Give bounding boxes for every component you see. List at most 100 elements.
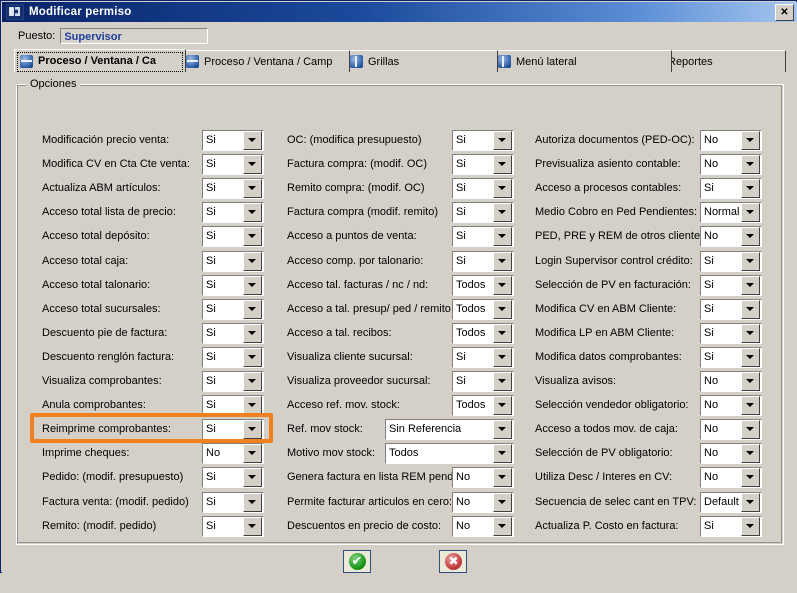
option-select[interactable]: Si	[202, 516, 264, 537]
option-select[interactable]: No	[700, 130, 762, 151]
option-select[interactable]: Si	[452, 371, 514, 392]
option-select[interactable]: Si	[202, 492, 264, 513]
option-select[interactable]: Si	[202, 202, 264, 223]
option-select[interactable]: Si	[700, 275, 762, 296]
option-select[interactable]: Si	[202, 226, 264, 247]
chevron-down-icon[interactable]	[741, 131, 760, 150]
close-icon[interactable]: ✕	[775, 4, 794, 21]
option-select[interactable]: Si	[452, 226, 514, 247]
chevron-down-icon[interactable]	[493, 227, 512, 246]
chevron-down-icon[interactable]	[741, 252, 760, 271]
chevron-down-icon[interactable]	[741, 276, 760, 295]
option-select[interactable]: Si	[452, 154, 514, 175]
accept-button[interactable]: ✔	[343, 550, 371, 573]
option-select[interactable]: Sin Referencia	[385, 419, 514, 440]
chevron-down-icon[interactable]	[243, 179, 262, 198]
option-select[interactable]: No	[202, 443, 264, 464]
chevron-down-icon[interactable]	[493, 420, 512, 439]
option-select[interactable]: Si	[202, 467, 264, 488]
option-select[interactable]: No	[700, 395, 762, 416]
chevron-down-icon[interactable]	[741, 155, 760, 174]
chevron-down-icon[interactable]	[493, 203, 512, 222]
tab-1[interactable]: Proceso / Ventana / Ca	[14, 49, 186, 72]
cancel-button[interactable]: ✖	[439, 550, 467, 573]
option-select[interactable]: Si	[452, 130, 514, 151]
chevron-down-icon[interactable]	[243, 372, 262, 391]
option-select[interactable]: Normal	[700, 202, 762, 223]
option-select[interactable]: Si	[202, 154, 264, 175]
chevron-down-icon[interactable]	[243, 493, 262, 512]
option-select[interactable]: No	[700, 467, 762, 488]
option-select[interactable]: Si	[202, 299, 264, 320]
chevron-down-icon[interactable]	[493, 444, 512, 463]
chevron-down-icon[interactable]	[243, 203, 262, 222]
option-select[interactable]: Si	[202, 178, 264, 199]
option-select[interactable]: Si	[452, 251, 514, 272]
chevron-down-icon[interactable]	[243, 300, 262, 319]
chevron-down-icon[interactable]	[493, 324, 512, 343]
chevron-down-icon[interactable]	[243, 227, 262, 246]
chevron-down-icon[interactable]	[741, 493, 760, 512]
chevron-down-icon[interactable]	[741, 203, 760, 222]
option-select[interactable]: Si	[700, 178, 762, 199]
chevron-down-icon[interactable]	[493, 396, 512, 415]
chevron-down-icon[interactable]	[493, 300, 512, 319]
option-select[interactable]: Todos	[452, 395, 514, 416]
option-select[interactable]: Si	[202, 395, 264, 416]
option-select[interactable]: No	[700, 443, 762, 464]
tab-3[interactable]: Grillas	[344, 50, 498, 72]
chevron-down-icon[interactable]	[493, 252, 512, 271]
option-select[interactable]: Todos	[452, 323, 514, 344]
option-select[interactable]: Si	[202, 419, 264, 440]
puesto-field[interactable]: Supervisor	[60, 28, 209, 44]
option-select[interactable]: Si	[452, 347, 514, 368]
chevron-down-icon[interactable]	[741, 396, 760, 415]
option-select[interactable]: Si	[700, 299, 762, 320]
chevron-down-icon[interactable]	[493, 155, 512, 174]
chevron-down-icon[interactable]	[243, 324, 262, 343]
option-select[interactable]: Si	[202, 371, 264, 392]
option-select[interactable]: No	[700, 419, 762, 440]
chevron-down-icon[interactable]	[243, 468, 262, 487]
chevron-down-icon[interactable]	[741, 179, 760, 198]
option-select[interactable]: Default	[700, 492, 762, 513]
chevron-down-icon[interactable]	[493, 517, 512, 536]
chevron-down-icon[interactable]	[741, 444, 760, 463]
option-select[interactable]: Si	[700, 516, 762, 537]
option-select[interactable]: Todos	[385, 443, 514, 464]
chevron-down-icon[interactable]	[243, 252, 262, 271]
option-select[interactable]: Todos	[452, 275, 514, 296]
option-select[interactable]: Si	[700, 251, 762, 272]
chevron-down-icon[interactable]	[243, 155, 262, 174]
chevron-down-icon[interactable]	[243, 131, 262, 150]
chevron-down-icon[interactable]	[243, 348, 262, 367]
chevron-down-icon[interactable]	[243, 444, 262, 463]
chevron-down-icon[interactable]	[741, 517, 760, 536]
chevron-down-icon[interactable]	[493, 493, 512, 512]
tab-2[interactable]: Proceso / Ventana / Camp	[180, 50, 350, 72]
option-select[interactable]: Si	[202, 251, 264, 272]
option-select[interactable]: Si	[202, 347, 264, 368]
option-select[interactable]: Todos	[452, 299, 514, 320]
option-select[interactable]: No	[700, 371, 762, 392]
chevron-down-icon[interactable]	[741, 227, 760, 246]
option-select[interactable]: No	[452, 467, 514, 488]
chevron-down-icon[interactable]	[243, 396, 262, 415]
chevron-down-icon[interactable]	[741, 468, 760, 487]
chevron-down-icon[interactable]	[741, 348, 760, 367]
chevron-down-icon[interactable]	[243, 420, 262, 439]
option-select[interactable]: Si	[452, 202, 514, 223]
chevron-down-icon[interactable]	[493, 468, 512, 487]
chevron-down-icon[interactable]	[741, 324, 760, 343]
chevron-down-icon[interactable]	[741, 372, 760, 391]
chevron-down-icon[interactable]	[243, 276, 262, 295]
option-select[interactable]: No	[452, 492, 514, 513]
chevron-down-icon[interactable]	[493, 131, 512, 150]
chevron-down-icon[interactable]	[493, 276, 512, 295]
chevron-down-icon[interactable]	[741, 420, 760, 439]
chevron-down-icon[interactable]	[493, 179, 512, 198]
chevron-down-icon[interactable]	[741, 300, 760, 319]
option-select[interactable]: Si	[202, 275, 264, 296]
option-select[interactable]: Si	[202, 323, 264, 344]
option-select[interactable]: No	[452, 516, 514, 537]
